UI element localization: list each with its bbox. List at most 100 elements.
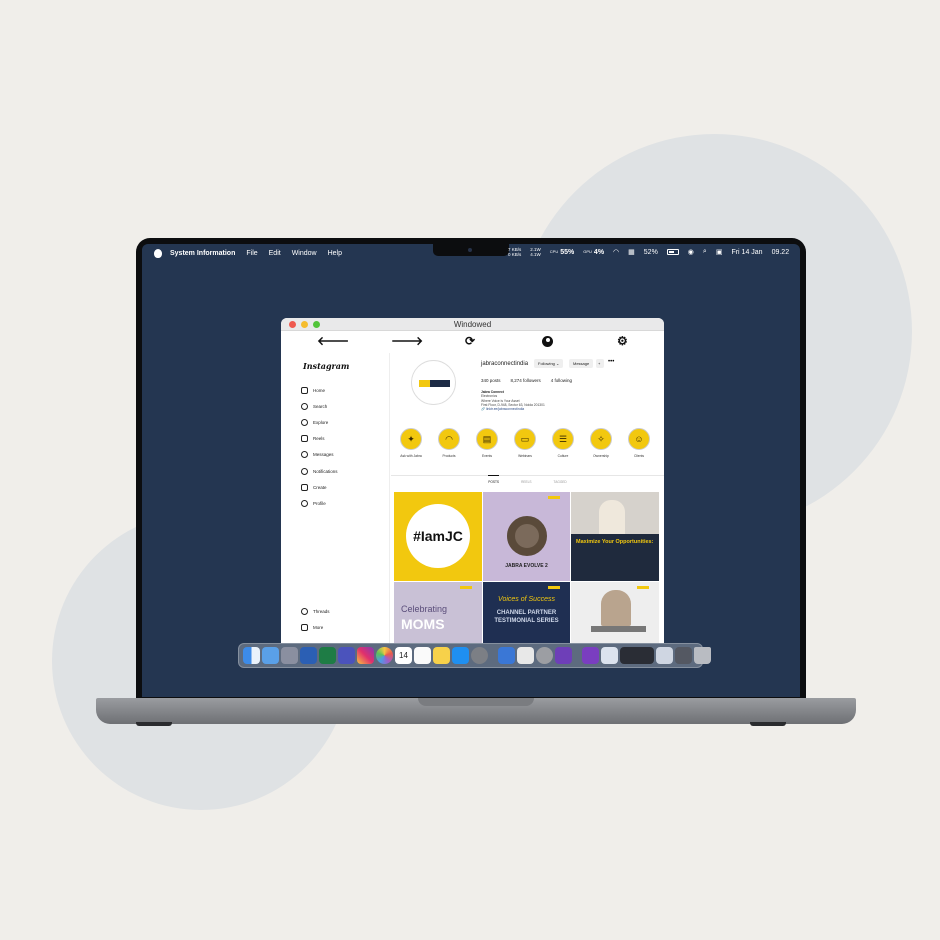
highlight[interactable]: ✧ Ownership (589, 428, 613, 458)
teams-icon[interactable] (338, 647, 355, 664)
launchpad-icon[interactable] (281, 647, 298, 664)
excel-icon[interactable] (319, 647, 336, 664)
add-user-button[interactable]: + (596, 359, 604, 368)
app-window-icon[interactable] (620, 647, 654, 664)
profile-avatar-icon (301, 499, 308, 507)
profile-avatar[interactable] (411, 360, 456, 405)
github-desktop-icon[interactable] (582, 647, 599, 664)
trackpad-groove (418, 698, 534, 706)
nav-home[interactable]: Home (301, 382, 338, 398)
following-button[interactable]: Following ⌄ (534, 359, 564, 368)
search-icon[interactable]: ⌕ (703, 248, 707, 256)
following-count[interactable]: 4 following (551, 378, 572, 383)
compass-icon (301, 418, 308, 426)
flag-icon[interactable]: ▦ (628, 248, 635, 256)
profile-icon[interactable] (542, 336, 553, 347)
post-tile[interactable]: #IamJC (394, 492, 482, 581)
nav-reels[interactable]: Reels (301, 431, 338, 447)
menu-edit[interactable]: Edit (269, 250, 281, 257)
laptop-foot (136, 722, 172, 726)
play-icon[interactable]: ◉ (688, 248, 694, 256)
finder-window-icon[interactable] (601, 647, 618, 664)
brand-tag (548, 586, 560, 589)
app-window-icon[interactable] (675, 647, 692, 664)
wifi-icon[interactable]: ◠ (613, 248, 619, 256)
tab-reels[interactable]: REELS (521, 480, 531, 485)
menu-app-name[interactable]: System Information (170, 250, 235, 257)
jabra-logo (419, 380, 450, 387)
menu-bar: System Information File Edit Window Help… (142, 244, 800, 264)
apple-menu-icon[interactable] (154, 249, 162, 258)
title-bar[interactable]: Windowed (281, 318, 664, 331)
nav-more[interactable]: More (301, 619, 330, 635)
tab-posts[interactable]: POSTS (488, 475, 500, 485)
trash-icon[interactable] (694, 647, 711, 664)
post-text: Maximize Your Opportunities: (576, 539, 654, 545)
github-icon[interactable] (555, 647, 572, 664)
finder-icon[interactable] (243, 647, 260, 664)
word-icon[interactable] (300, 647, 317, 664)
reminders-icon[interactable] (414, 647, 431, 664)
nav-messages[interactable]: Messages (301, 447, 338, 463)
gpu-status[interactable]: GPU 4% (583, 249, 604, 256)
highlight[interactable]: ☰ Culture (551, 428, 575, 458)
post-tile[interactable]: Voices of Success CHANNEL PARTNER TESTIM… (483, 582, 570, 643)
calendar-icon[interactable]: 14 (395, 647, 412, 664)
post-tile[interactable]: JABRA EVOLVE 2 (483, 492, 570, 581)
back-button[interactable]: 🡐 (317, 335, 349, 347)
nav-threads[interactable]: Threads (301, 603, 330, 619)
menu-help[interactable]: Help (328, 250, 342, 257)
instagram-logo[interactable]: Instagram (303, 361, 349, 371)
tab-tagged[interactable]: TAGGED (554, 480, 567, 485)
photos-icon[interactable] (376, 647, 393, 664)
post-text: #IamJC (406, 504, 470, 568)
menu-date[interactable]: Fri 14 Jan (731, 249, 762, 256)
headset-icon: ◠ (438, 428, 460, 450)
nav-label: More (313, 624, 324, 630)
instagram-icon[interactable] (357, 647, 374, 664)
highlight[interactable]: ✦ Ask with Jabra (399, 428, 423, 458)
post-tile[interactable]: Celebrating MOMS (394, 582, 482, 643)
highlight[interactable]: ☺ Clients (627, 428, 651, 458)
followers-count[interactable]: 8,274 followers (511, 378, 541, 383)
highlight[interactable]: ◠ Products (437, 428, 461, 458)
highlight[interactable]: ▤ Events (475, 428, 499, 458)
preview-icon[interactable] (517, 647, 534, 664)
xcode-icon[interactable] (498, 647, 515, 664)
battery-icon[interactable] (666, 249, 679, 255)
nav-create[interactable]: Create (301, 479, 338, 495)
disk-utility-icon[interactable] (536, 647, 553, 664)
settings-icon[interactable] (471, 647, 488, 664)
app-window: Windowed 🡐 🡒 ⟳ ⚙ Instagram Home Search E… (281, 318, 664, 643)
control-center-icon[interactable]: ▣ (716, 248, 723, 256)
finder-window-icon-2[interactable] (656, 647, 673, 664)
power-status[interactable]: 2.1W 4.1W (530, 247, 541, 257)
person-image (599, 500, 625, 534)
message-button[interactable]: Message (569, 359, 594, 368)
appstore-icon[interactable] (452, 647, 469, 664)
network-status[interactable]: 7 KB/s 0 KB/s (508, 247, 521, 257)
nav-notifications[interactable]: Notifications (301, 463, 338, 479)
bio-link[interactable]: 🔗 linktr.ee/jabraconnectindia (481, 407, 545, 411)
nav-label: Threads (313, 608, 330, 614)
menu-time[interactable]: 09.22 (772, 249, 790, 256)
battery-percent[interactable]: 52% (644, 249, 658, 256)
cpu-status[interactable]: CPU 55% (550, 249, 574, 256)
more-options-button[interactable]: ••• (608, 359, 614, 365)
reload-button[interactable]: ⟳ (465, 335, 475, 347)
post-tile[interactable] (571, 582, 659, 643)
dock: 14 (238, 643, 711, 668)
notes-icon[interactable] (433, 647, 450, 664)
highlight[interactable]: ▭ Webinars (513, 428, 537, 458)
post-tile[interactable]: Maximize Your Opportunities: (571, 492, 659, 581)
nav-search[interactable]: Search (301, 398, 338, 414)
menu-window[interactable]: Window (292, 250, 317, 257)
menu-file[interactable]: File (246, 250, 257, 257)
laptop-base (96, 698, 856, 724)
settings-button[interactable]: ⚙ (617, 335, 628, 347)
nav-profile[interactable]: Profile (301, 495, 338, 511)
forward-button[interactable]: 🡒 (391, 335, 423, 347)
plus-square-icon (301, 483, 308, 491)
nav-explore[interactable]: Explore (301, 414, 338, 430)
music-icon[interactable] (262, 647, 279, 664)
